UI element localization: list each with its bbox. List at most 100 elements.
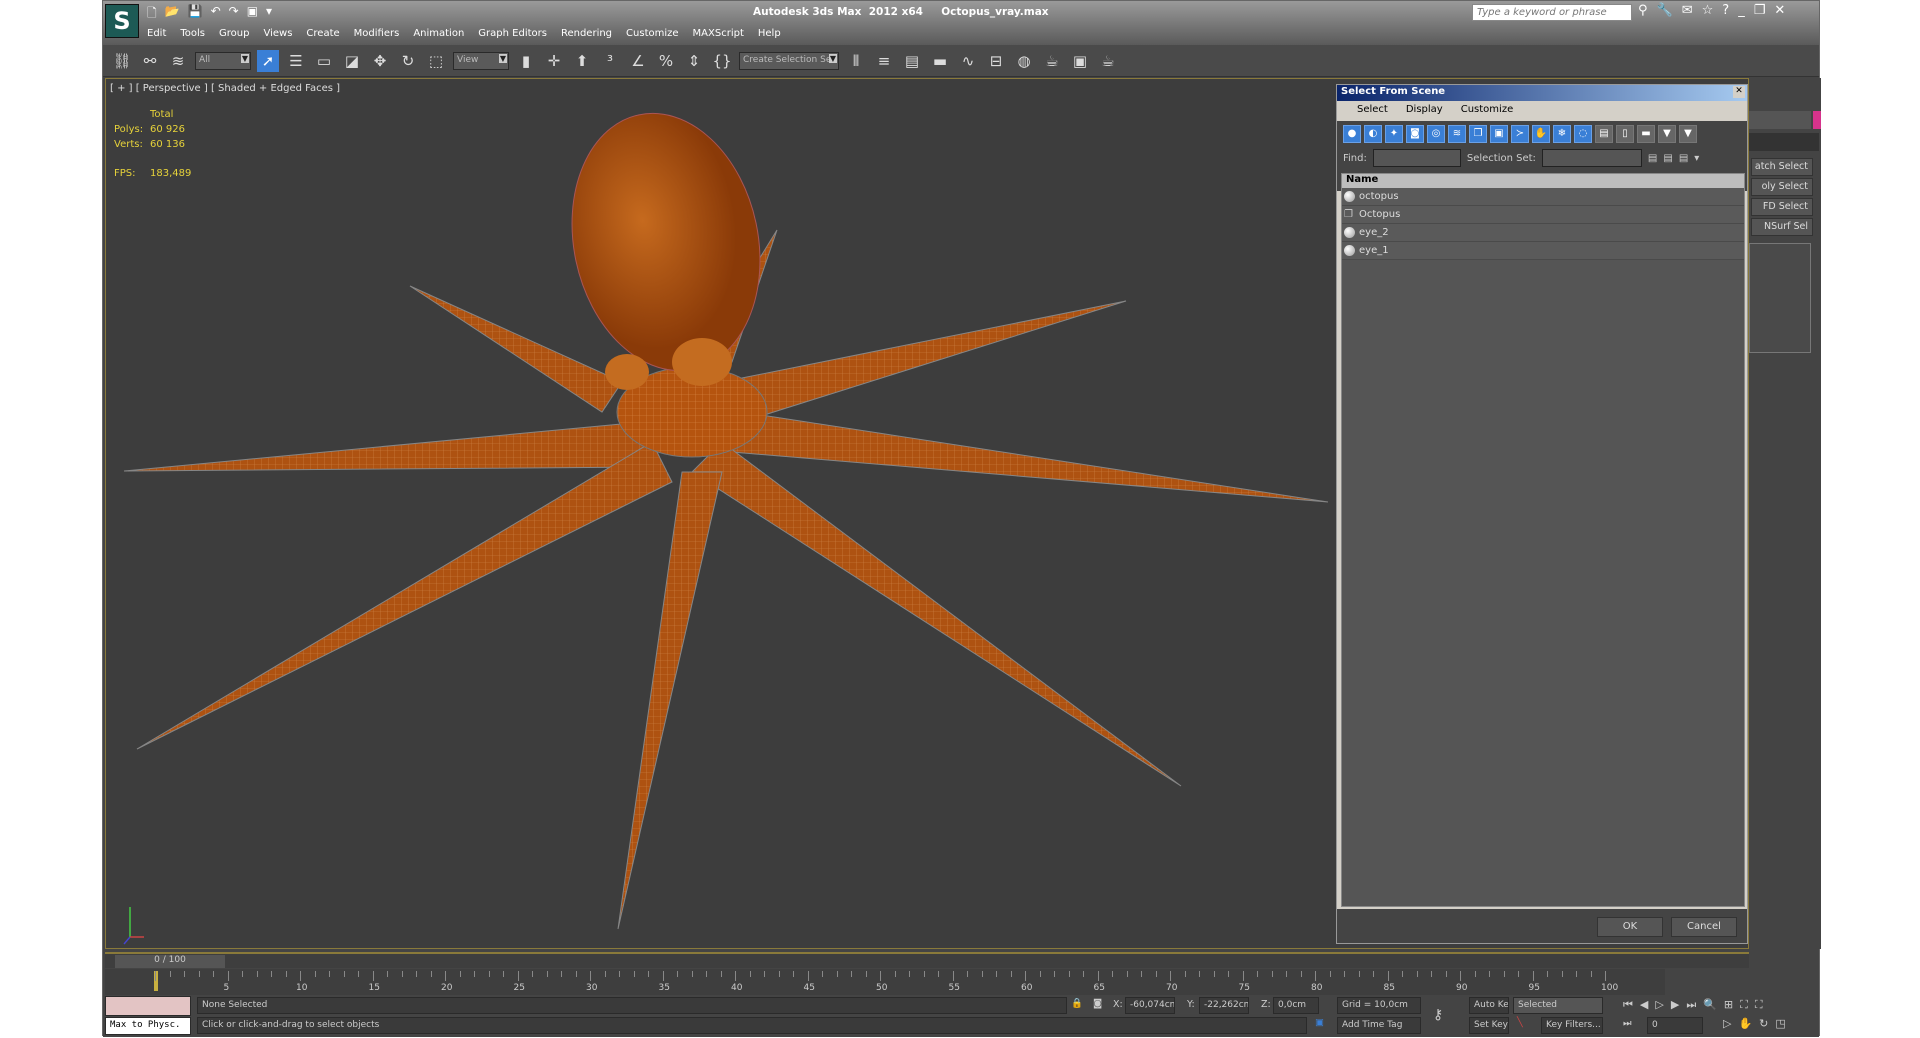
add-to-set-icon[interactable]: ▤ (1663, 153, 1672, 164)
menu-graph-editors[interactable]: Graph Editors (478, 28, 547, 39)
menu-maxscript[interactable]: MAXScript (693, 28, 744, 39)
percent-snap-icon[interactable]: % (655, 50, 677, 72)
dialog-menu-customize[interactable]: Customize (1461, 104, 1514, 118)
object-name-field[interactable] (1749, 111, 1811, 129)
keyboard-shortcut-icon[interactable]: ⬆ (571, 50, 593, 72)
schematic-view-icon[interactable]: ⊟ (985, 50, 1007, 72)
angle-snap-icon[interactable]: ∠ (627, 50, 649, 72)
current-frame-field[interactable]: 0 (1647, 1017, 1703, 1034)
render-setup-icon[interactable]: ☕ (1041, 50, 1063, 72)
undo-icon[interactable]: ↶ (211, 4, 221, 25)
selection-filter-dropdown[interactable]: All (195, 51, 251, 70)
display-invert-icon[interactable]: ▬ (1637, 125, 1655, 143)
render-production-icon[interactable]: ☕ (1097, 50, 1119, 72)
find-input[interactable] (1372, 149, 1461, 167)
menu-group[interactable]: Group (219, 28, 249, 39)
layer-manager-icon[interactable]: ▤ (901, 50, 923, 72)
communication-icon[interactable]: ✉ (1682, 3, 1693, 18)
time-tag-icon[interactable]: ▣ (1315, 1017, 1324, 1028)
manipulate-icon[interactable]: ✛ (543, 50, 565, 72)
display-lights-icon[interactable]: ✦ (1385, 125, 1403, 143)
new-file-icon[interactable]: 🗋 (147, 4, 157, 25)
move-icon[interactable]: ✥ (369, 50, 391, 72)
menu-rendering[interactable]: Rendering (561, 28, 612, 39)
bind-space-warp-icon[interactable]: ≋ (167, 50, 189, 72)
display-none-icon[interactable]: ▯ (1616, 125, 1634, 143)
key-icon[interactable]: ⚷ (1433, 1007, 1443, 1023)
snap-toggle-icon[interactable]: ³ (599, 50, 621, 72)
reference-coord-dropdown[interactable]: View (453, 51, 509, 70)
menu-customize[interactable]: Customize (626, 28, 679, 39)
zoom-icon[interactable]: 🔍 (1703, 998, 1717, 1012)
key-mode-dropdown[interactable]: Selected (1513, 997, 1603, 1014)
app-logo-button[interactable]: S (105, 4, 139, 38)
absolute-mode-icon[interactable]: ◙ (1093, 998, 1102, 1009)
patch-select-button[interactable]: atch Select (1751, 158, 1813, 176)
dialog-menu-select[interactable]: Select (1357, 104, 1388, 118)
display-cameras-icon[interactable]: ◙ (1406, 125, 1424, 143)
lock-icon[interactable]: 🔒 (1071, 998, 1083, 1009)
display-helpers-icon[interactable]: ◎ (1427, 125, 1445, 143)
key-mode-toggle-icon[interactable]: ⏭ (1623, 1018, 1632, 1029)
select-by-name-icon[interactable]: ☰ (285, 50, 307, 72)
display-bones-icon[interactable]: ≻ (1511, 125, 1529, 143)
display-xrefs-icon[interactable]: ▣ (1490, 125, 1508, 143)
link-icon[interactable]: ⛓ (111, 50, 133, 72)
display-containers-icon[interactable]: ✋ (1532, 125, 1550, 143)
zoom-extents-all-icon[interactable]: ⛶ (1755, 998, 1763, 1012)
menu-modifiers[interactable]: Modifiers (354, 28, 400, 39)
list-item[interactable]: eye_1 (1342, 242, 1744, 260)
auto-key-button[interactable]: Auto Key (1469, 997, 1509, 1014)
maximize-viewport-icon[interactable]: ◳ (1775, 1017, 1785, 1030)
y-coordinate-field[interactable]: -22,262cm (1199, 997, 1249, 1014)
time-slider[interactable]: 0 / 100 (105, 952, 1749, 968)
display-geometry-icon[interactable]: ● (1343, 125, 1361, 143)
dialog-menu-display[interactable]: Display (1406, 104, 1443, 118)
dialog-title-bar[interactable]: Select From Scene ✕ (1337, 85, 1747, 101)
ribbon-icon[interactable]: ▬ (929, 50, 951, 72)
restore-icon[interactable]: ❐ (1754, 3, 1766, 18)
play-icon[interactable]: ▷ (1655, 998, 1663, 1012)
wrench-icon[interactable]: 🔧 (1657, 3, 1673, 18)
object-list[interactable]: Name octopus ❐ Octopus eye_2 eye_1 (1341, 173, 1745, 907)
nsurf-sel-button[interactable]: NSurf Sel (1751, 218, 1813, 236)
select-object-icon[interactable]: ➚ (257, 49, 279, 72)
menu-help[interactable]: Help (758, 28, 781, 39)
key-filters-button[interactable]: Key Filters... (1541, 1017, 1603, 1034)
named-selection-set-dropdown[interactable]: Create Selection Se (739, 51, 839, 70)
display-shapes-icon[interactable]: ◐ (1364, 125, 1382, 143)
selection-set-dropdown[interactable] (1541, 149, 1642, 167)
display-hidden-icon[interactable]: ◌ (1574, 125, 1592, 143)
menu-create[interactable]: Create (306, 28, 339, 39)
chevron-down-icon[interactable]: ▾ (1694, 153, 1699, 164)
menu-edit[interactable]: Edit (147, 28, 166, 39)
display-space-warps-icon[interactable]: ≋ (1448, 125, 1466, 143)
set-key-pencil-icon[interactable]: ╲ (1517, 1017, 1523, 1028)
window-crossing-icon[interactable]: ◪ (341, 50, 363, 72)
list-item[interactable]: ❐ Octopus (1342, 206, 1744, 224)
track-bar[interactable]: 5 10 15 20 25 30 35 40 45 50 55 60 65 70 75 80 85 90 95 100 (105, 969, 1665, 995)
curve-editor-icon[interactable]: ∿ (957, 50, 979, 72)
chevron-down-icon[interactable]: ▾ (266, 4, 272, 25)
project-folder-icon[interactable]: ▣ (247, 4, 258, 25)
remove-from-set-icon[interactable]: ▤ (1679, 153, 1688, 164)
star-icon[interactable]: ☆ (1702, 3, 1714, 18)
cancel-button[interactable]: Cancel (1671, 917, 1737, 937)
maxscript-listener-pink[interactable] (105, 996, 191, 1016)
display-all-icon[interactable]: ▤ (1595, 125, 1613, 143)
x-coordinate-field[interactable]: -60,074cm (1125, 997, 1175, 1014)
maxscript-mini-listener[interactable]: Max to Physc. (105, 1017, 191, 1035)
name-column-header[interactable]: Name (1342, 174, 1744, 188)
list-item[interactable]: octopus (1342, 188, 1744, 206)
modifier-list-dropdown[interactable] (1749, 133, 1819, 151)
go-to-end-icon[interactable]: ⏭ (1686, 998, 1696, 1012)
pan-icon[interactable]: ✋ (1738, 1017, 1752, 1030)
zoom-all-icon[interactable]: ⊞ (1724, 998, 1733, 1012)
rotate-icon[interactable]: ↻ (397, 50, 419, 72)
add-time-tag-button[interactable]: Add Time Tag (1337, 1017, 1421, 1034)
help-search-input[interactable]: Type a keyword or phrase (1472, 4, 1632, 21)
z-coordinate-field[interactable]: 0,0cm (1273, 997, 1319, 1014)
ok-button[interactable]: OK (1597, 917, 1663, 937)
display-frozen-icon[interactable]: ❄ (1553, 125, 1571, 143)
list-item[interactable]: eye_2 (1342, 224, 1744, 242)
